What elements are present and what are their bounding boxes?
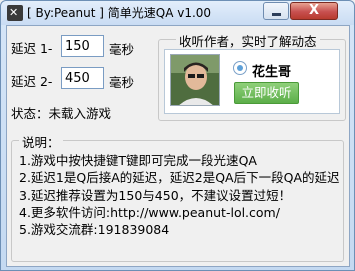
note-line: 1.游戏中按快捷键T键即可完成一段光速QA [19, 153, 257, 168]
listen-now-button[interactable]: 立即收听 [234, 82, 299, 104]
minimize-button[interactable] [263, 2, 289, 20]
window-title: [ By:Peanut ] 简单光速QA v1.00 [27, 6, 212, 20]
app-icon: ✕ [7, 5, 23, 21]
note-line: 3.延迟推荐设置为150与450，不建议设置过短！ [19, 187, 292, 203]
note-line: 4.更多软件访问:http://www.peanut-lol.com/ [19, 204, 280, 220]
app-window: ✕ [ By:Peanut ] 简单光速QA v1.00 X 延迟 1- 毫秒 … [0, 0, 355, 271]
delay2-input[interactable] [61, 67, 104, 89]
delay1-unit: 毫秒 [109, 42, 135, 57]
weibo-listen-icon [233, 61, 247, 75]
notes-title: 说明： [19, 132, 63, 151]
status-text: 状态：未载入游戏 [11, 106, 112, 121]
close-button[interactable]: X [290, 2, 338, 20]
delay1-label: 延迟 1- [11, 41, 53, 56]
note-line: 5.游戏交流群:191839084 [19, 222, 170, 238]
note-line: 2.延迟1是Q后接A的延迟，延迟2是QA后下一段QA的延迟 [19, 170, 340, 186]
delay1-input[interactable] [61, 35, 104, 57]
title-bar[interactable]: ✕ [ By:Peanut ] 简单光速QA v1.00 X [1, 1, 354, 25]
author-avatar[interactable] [170, 54, 220, 106]
author-name: 花生哥 [252, 65, 292, 80]
author-group-title: 收听作者，实时了解动态 [176, 31, 320, 50]
delay2-label: 延迟 2- [11, 74, 53, 89]
avatar-photo-icon [171, 55, 219, 105]
notes-list: 1.游戏中按快捷键T键即可完成一段光速QA 2.延迟1是Q后接A的延迟，延迟2是… [19, 152, 340, 238]
delay2-unit: 毫秒 [109, 75, 135, 90]
